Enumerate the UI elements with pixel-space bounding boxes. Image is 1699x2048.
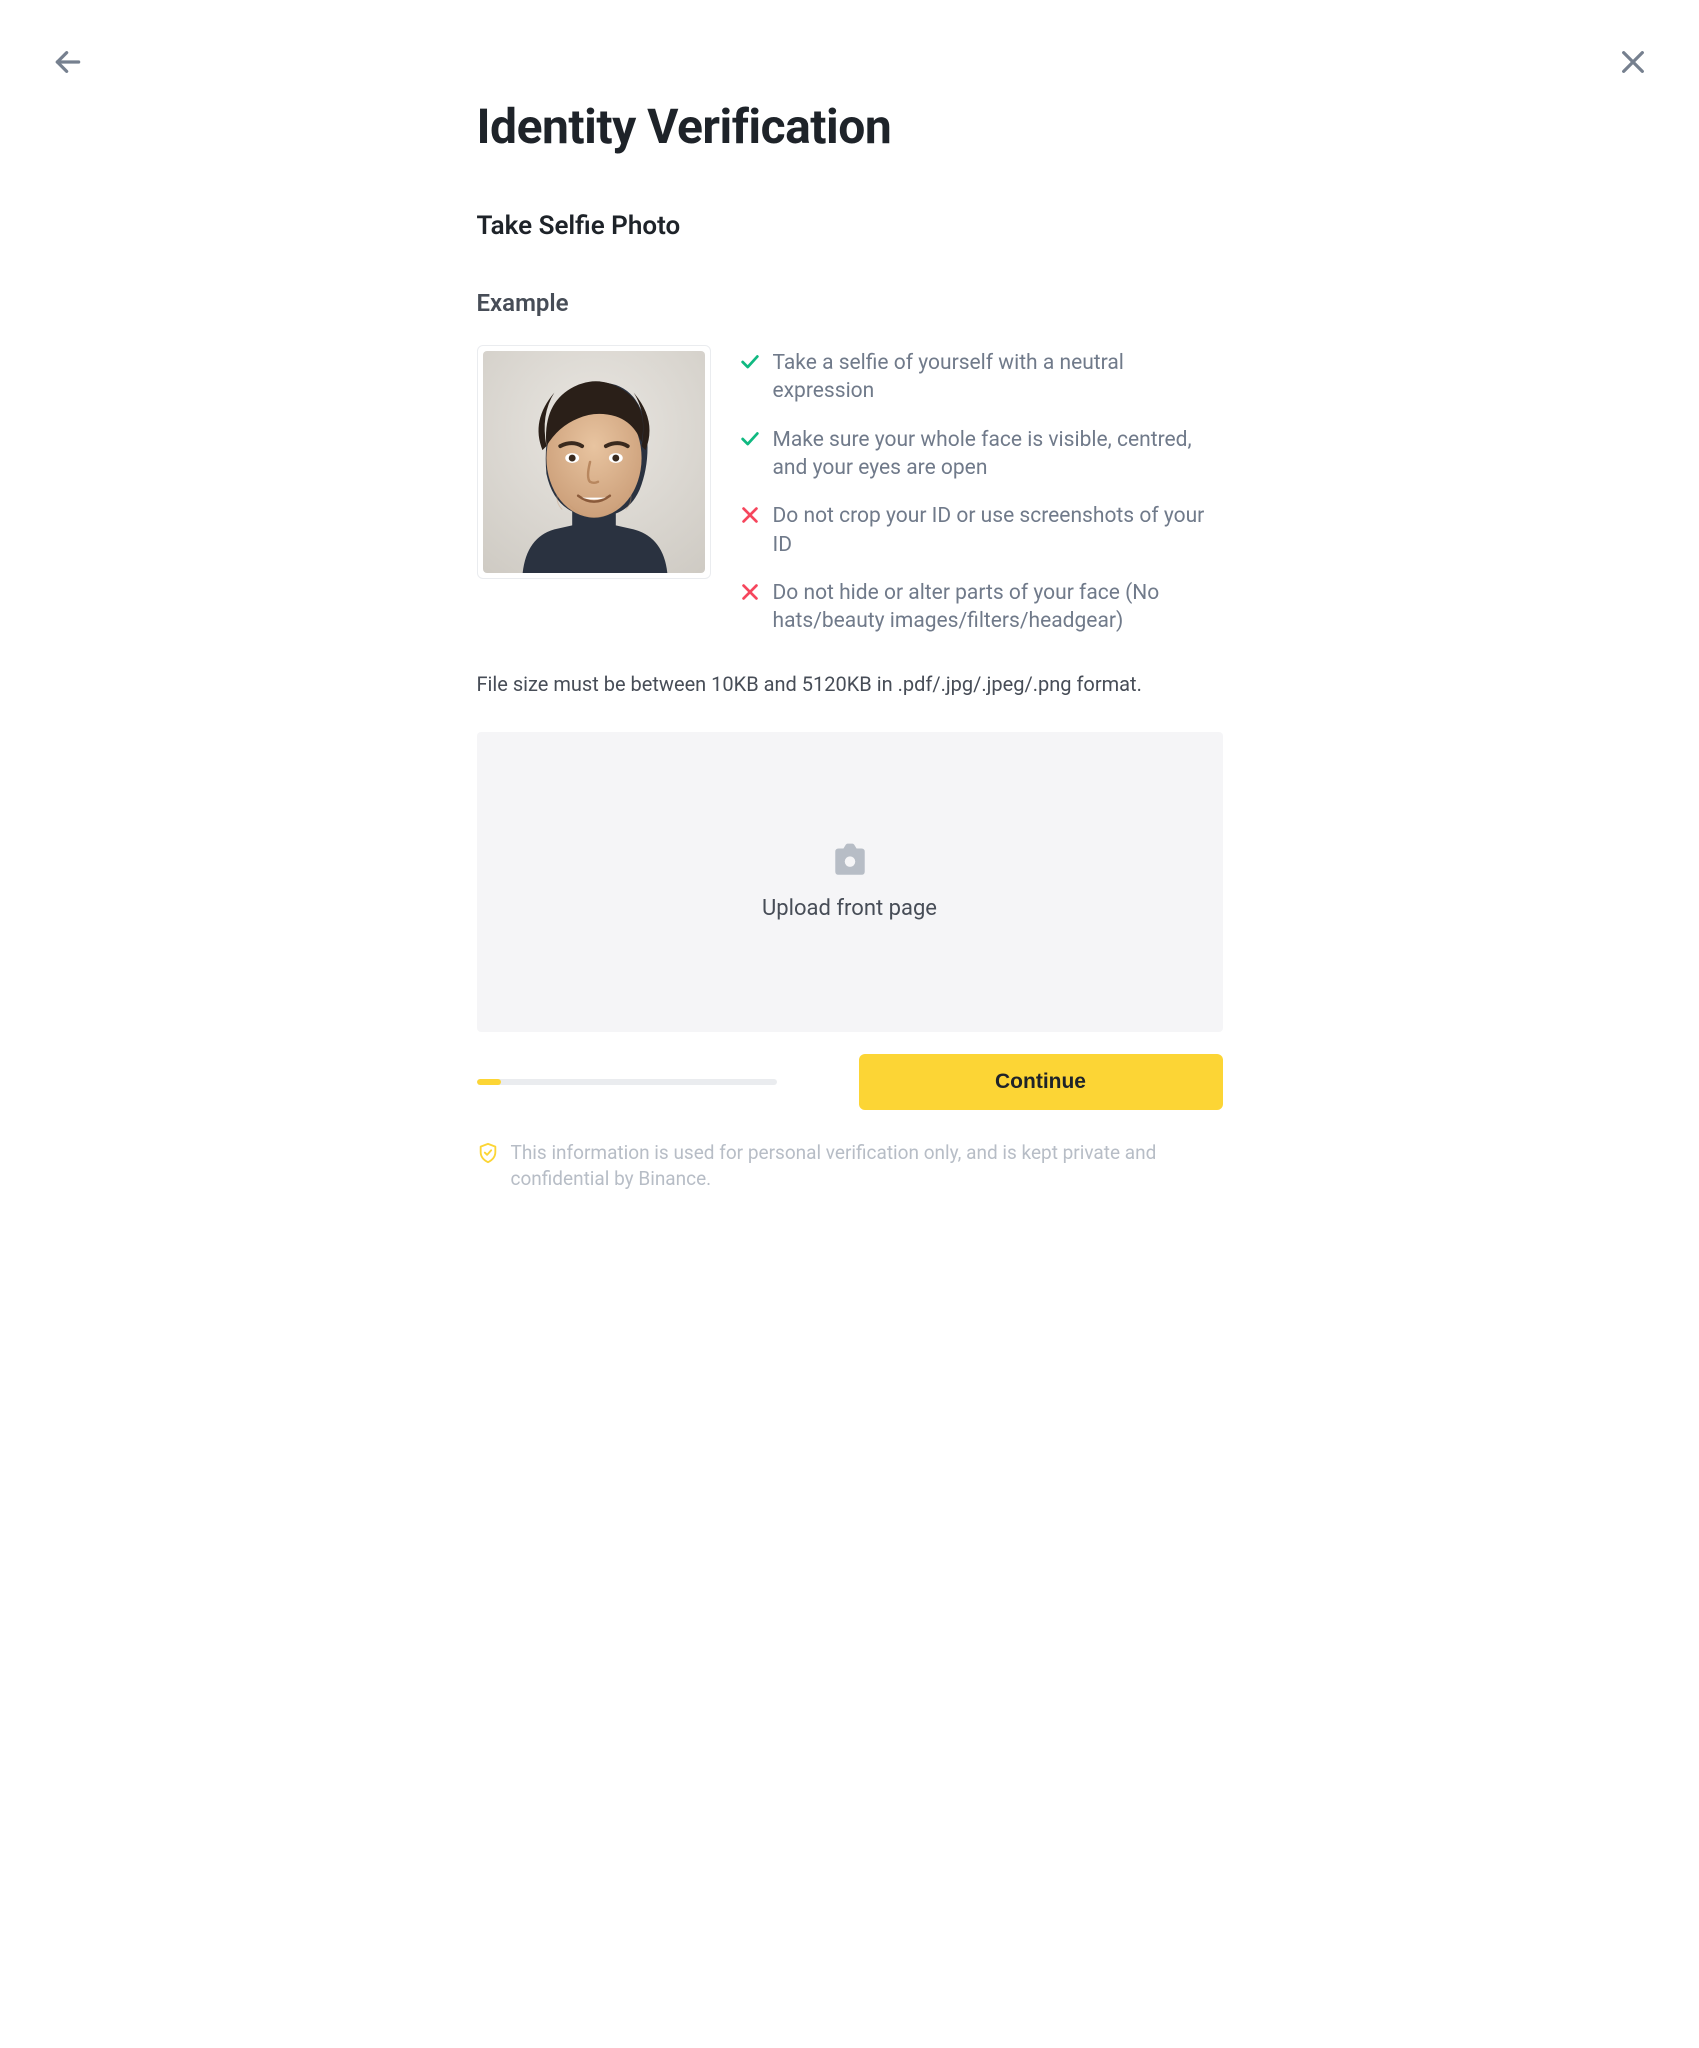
rule-text: Do not crop your ID or use screenshots o… [773,502,1223,559]
close-icon [1617,46,1649,78]
rule-item: Take a selfie of yourself with a neutral… [739,349,1223,406]
footer-row: Continue [477,1054,1223,1110]
continue-button[interactable]: Continue [859,1054,1223,1110]
example-label: Example [477,289,1223,317]
rules-list: Take a selfie of yourself with a neutral… [739,345,1223,636]
back-button[interactable] [48,42,88,82]
upload-dropzone[interactable]: Upload front page [477,732,1223,1032]
example-row: Take a selfie of yourself with a neutral… [477,345,1223,636]
rule-text: Do not hide or alter parts of your face … [773,579,1223,636]
rule-item: Do not crop your ID or use screenshots o… [739,502,1223,559]
example-selfie-image [483,351,705,573]
progress-fill [477,1079,501,1085]
disclaimer-text: This information is used for personal ve… [511,1140,1223,1193]
shield-check-icon [477,1142,499,1164]
modal-header [0,42,1699,82]
rule-text: Make sure your whole face is visible, ce… [773,426,1223,483]
page-title: Identity Verification [477,98,1223,155]
rule-item: Do not hide or alter parts of your face … [739,579,1223,636]
progress-bar [477,1079,777,1085]
camera-icon [830,842,870,878]
example-selfie-frame [477,345,711,579]
file-size-note: File size must be between 10KB and 5120K… [477,672,1223,696]
page-subtitle: Take Selfie Photo [477,211,1223,241]
x-icon [739,581,761,603]
rule-text: Take a selfie of yourself with a neutral… [773,349,1223,406]
upload-label: Upload front page [762,896,937,921]
disclaimer-row: This information is used for personal ve… [477,1140,1223,1193]
arrow-left-icon [52,46,84,78]
modal-content: Identity Verification Take Selfie Photo … [465,98,1235,1193]
check-icon [739,428,761,450]
identity-verification-modal: Identity Verification Take Selfie Photo … [0,0,1699,2048]
close-button[interactable] [1613,42,1653,82]
x-icon [739,504,761,526]
rule-item: Make sure your whole face is visible, ce… [739,426,1223,483]
check-icon [739,351,761,373]
